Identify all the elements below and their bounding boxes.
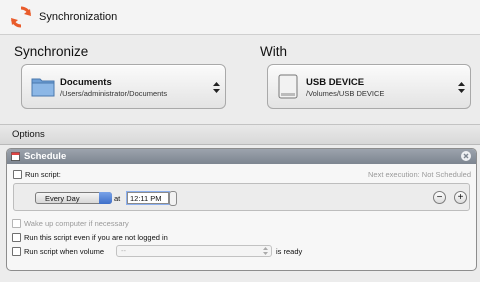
- schedule-header: Schedule: [7, 149, 476, 164]
- window-title: Synchronization: [39, 11, 118, 23]
- updown-arrows-icon: [213, 82, 220, 93]
- close-icon[interactable]: [461, 151, 471, 161]
- volume-placeholder: --: [121, 246, 126, 255]
- target-device-picker[interactable]: USB DEVICE /Volumes/USB DEVICE: [267, 64, 471, 109]
- next-execution-label: Next execution:: [368, 170, 420, 179]
- run-script-checkbox[interactable]: [13, 170, 22, 179]
- not-logged-in-label: Run this script even if you are not logg…: [24, 233, 168, 242]
- run-script-label: Run script:: [25, 170, 61, 179]
- select-arrows-icon: [99, 192, 112, 204]
- sync-icon: [11, 6, 31, 28]
- is-ready-label: is ready: [276, 247, 303, 256]
- schedule-title: Schedule: [24, 151, 67, 162]
- at-label: at: [114, 194, 121, 203]
- next-execution-value: Not Scheduled: [421, 170, 471, 179]
- with-label: With: [260, 44, 287, 59]
- frequency-select[interactable]: Every Day: [35, 192, 112, 204]
- source-folder-picker[interactable]: Documents /Users/administrator/Documents: [21, 64, 226, 109]
- updown-arrows-icon: [263, 247, 268, 255]
- volume-checkbox[interactable]: [12, 247, 21, 256]
- options-label: Options: [12, 129, 45, 140]
- divider: [0, 34, 480, 35]
- source-name: Documents: [60, 77, 112, 88]
- next-execution: Next execution: Not Scheduled: [368, 170, 471, 179]
- time-stepper[interactable]: [169, 191, 177, 206]
- synchronize-label: Synchronize: [14, 44, 89, 59]
- calendar-icon: [11, 152, 20, 161]
- not-logged-in-checkbox[interactable]: [12, 233, 21, 242]
- source-path: /Users/administrator/Documents: [60, 89, 168, 98]
- time-input[interactable]: 12:11 PM: [127, 192, 169, 204]
- time-value: 12:11 PM: [130, 194, 162, 203]
- wake-label: Wake up computer if necessary: [24, 219, 129, 228]
- add-button[interactable]: +: [454, 191, 467, 204]
- updown-arrows-icon: [458, 82, 465, 93]
- folder-icon: [31, 78, 55, 97]
- volume-select[interactable]: --: [116, 245, 272, 257]
- usb-drive-icon: [278, 74, 298, 99]
- title-bar: Synchronization: [0, 0, 480, 34]
- target-name: USB DEVICE: [306, 77, 365, 88]
- target-path: /Volumes/USB DEVICE: [306, 89, 385, 98]
- frequency-value: Every Day: [45, 194, 80, 203]
- options-header: Options: [0, 124, 480, 145]
- wake-checkbox[interactable]: [12, 219, 21, 228]
- volume-label: Run script when volume: [24, 247, 105, 256]
- remove-button[interactable]: −: [433, 191, 446, 204]
